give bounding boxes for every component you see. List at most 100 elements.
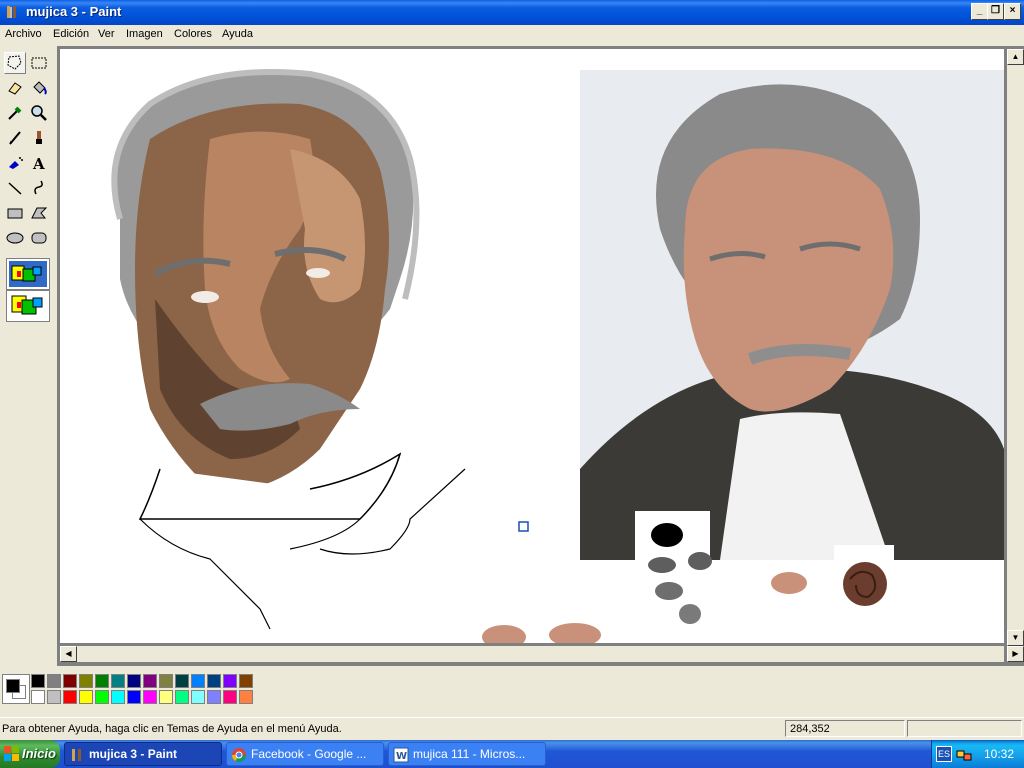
svg-text:A: A xyxy=(32,155,45,173)
ellipse-tool[interactable] xyxy=(4,227,26,249)
color-palette xyxy=(0,668,1024,716)
palette-swatch[interactable] xyxy=(159,690,173,704)
palette-swatch[interactable] xyxy=(111,674,125,688)
brush-icon xyxy=(36,131,42,144)
palette-swatch[interactable] xyxy=(143,674,157,688)
select-tool[interactable] xyxy=(28,52,50,74)
palette-swatch[interactable] xyxy=(79,690,93,704)
palette-swatch[interactable] xyxy=(239,674,253,688)
network-icon[interactable] xyxy=(956,746,972,762)
palette-swatch[interactable] xyxy=(127,690,141,704)
title-bar: mujica 3 - Paint _ ❐ × xyxy=(0,0,1024,25)
menu-colores[interactable]: Colores xyxy=(174,28,212,40)
palette-swatch[interactable] xyxy=(127,674,141,688)
free-form-select-tool[interactable] xyxy=(4,52,26,74)
clock: 10:32 xyxy=(983,747,1014,761)
rectangle-icon xyxy=(7,208,23,219)
task-word[interactable]: W mujica 111 - Micros... xyxy=(388,742,546,766)
palette-swatch[interactable] xyxy=(223,690,237,704)
polygon-tool[interactable] xyxy=(28,202,50,224)
palette-swatch[interactable] xyxy=(47,674,61,688)
restore-button[interactable]: ❐ xyxy=(987,3,1004,20)
palette-swatch[interactable] xyxy=(207,674,221,688)
brush-tool[interactable] xyxy=(28,127,50,149)
cursor-coordinates: 284,352 xyxy=(790,723,830,735)
rounded-rectangle-icon xyxy=(31,232,47,244)
transparent-option-icon xyxy=(11,265,42,282)
palette-swatch[interactable] xyxy=(31,674,45,688)
paint-app-icon xyxy=(7,6,16,18)
line-tool[interactable] xyxy=(4,177,26,199)
palette-swatch[interactable] xyxy=(111,690,125,704)
paint-icon xyxy=(72,749,81,761)
eraser-tool[interactable] xyxy=(4,77,26,99)
task-paint[interactable]: mujica 3 - Paint xyxy=(64,742,222,766)
pick-color-tool[interactable] xyxy=(4,102,26,124)
text-icon: A xyxy=(32,155,45,173)
tool-options-box xyxy=(6,258,50,290)
drawing-canvas[interactable] xyxy=(60,49,1004,643)
rounded-rectangle-tool[interactable] xyxy=(28,227,50,249)
vertical-scrollbar[interactable]: ▲ ▼ xyxy=(1007,49,1024,646)
curve-tool[interactable] xyxy=(28,177,50,199)
language-indicator[interactable]: ES xyxy=(936,746,952,762)
status-bar: Para obtener Ayuda, haga clic en Temas d… xyxy=(0,717,1024,740)
palette-swatch[interactable] xyxy=(143,690,157,704)
canvas-artwork xyxy=(111,69,1004,643)
scroll-right-arrow-icon[interactable]: ▶ xyxy=(1007,646,1024,662)
polygon-icon xyxy=(31,207,48,219)
windows-logo-icon xyxy=(4,746,19,761)
menu-imagen[interactable]: Imagen xyxy=(126,28,163,40)
airbrush-tool[interactable] xyxy=(4,152,26,174)
close-button[interactable]: × xyxy=(1004,3,1021,20)
palette-swatch[interactable] xyxy=(63,690,77,704)
palette-swatch[interactable] xyxy=(223,674,237,688)
menu-ayuda[interactable]: Ayuda xyxy=(222,28,253,40)
window-title: mujica 3 - Paint xyxy=(26,4,122,19)
palette-swatch[interactable] xyxy=(207,690,221,704)
chrome-icon xyxy=(232,748,246,762)
palette-swatch[interactable] xyxy=(191,690,205,704)
pencil-tool[interactable] xyxy=(4,127,26,149)
fill-bucket-icon xyxy=(33,81,47,95)
ellipse-icon xyxy=(6,232,24,244)
status-help-text: Para obtener Ayuda, haga clic en Temas d… xyxy=(2,723,342,735)
start-label: Inicio xyxy=(22,746,56,761)
magnifier-tool[interactable] xyxy=(28,102,50,124)
system-tray: ES 10:32 xyxy=(931,740,1024,768)
task-chrome-label: Facebook - Google ... xyxy=(251,747,367,761)
palette-swatch[interactable] xyxy=(191,674,205,688)
menu-archivo[interactable]: Archivo xyxy=(5,28,42,40)
pencil-icon xyxy=(9,131,21,145)
task-chrome[interactable]: Facebook - Google ... xyxy=(226,742,384,766)
menu-ver[interactable]: Ver xyxy=(98,28,115,40)
palette-swatch[interactable] xyxy=(47,690,61,704)
menu-edicion[interactable]: Edición xyxy=(53,28,89,40)
opaque-option[interactable] xyxy=(6,290,50,322)
palette-swatch[interactable] xyxy=(239,690,253,704)
minimize-button[interactable]: _ xyxy=(971,3,988,20)
palette-swatch[interactable] xyxy=(63,674,77,688)
start-button[interactable]: Inicio xyxy=(0,740,60,768)
eyedropper-icon xyxy=(8,106,22,120)
scroll-up-arrow-icon[interactable]: ▲ xyxy=(1007,49,1024,65)
painted-portrait xyxy=(111,69,466,630)
horizontal-scrollbar[interactable]: ◀ ▶ xyxy=(60,646,1024,662)
palette-swatch[interactable] xyxy=(31,690,45,704)
current-colors-indicator xyxy=(2,674,30,704)
palette-swatch[interactable] xyxy=(175,674,189,688)
palette-swatch[interactable] xyxy=(175,690,189,704)
eraser-icon xyxy=(8,82,22,95)
palette-swatch[interactable] xyxy=(95,674,109,688)
text-tool[interactable]: A xyxy=(28,152,50,174)
transparent-option-selected[interactable] xyxy=(9,261,47,287)
select-icon xyxy=(31,57,47,69)
rectangle-tool[interactable] xyxy=(4,202,26,224)
palette-swatch[interactable] xyxy=(159,674,173,688)
palette-swatch[interactable] xyxy=(79,674,93,688)
magnifier-icon xyxy=(31,105,47,121)
palette-swatch[interactable] xyxy=(95,690,109,704)
scroll-down-arrow-icon[interactable]: ▼ xyxy=(1007,630,1024,646)
fill-tool[interactable] xyxy=(28,77,50,99)
scroll-left-arrow-icon[interactable]: ◀ xyxy=(60,646,77,662)
